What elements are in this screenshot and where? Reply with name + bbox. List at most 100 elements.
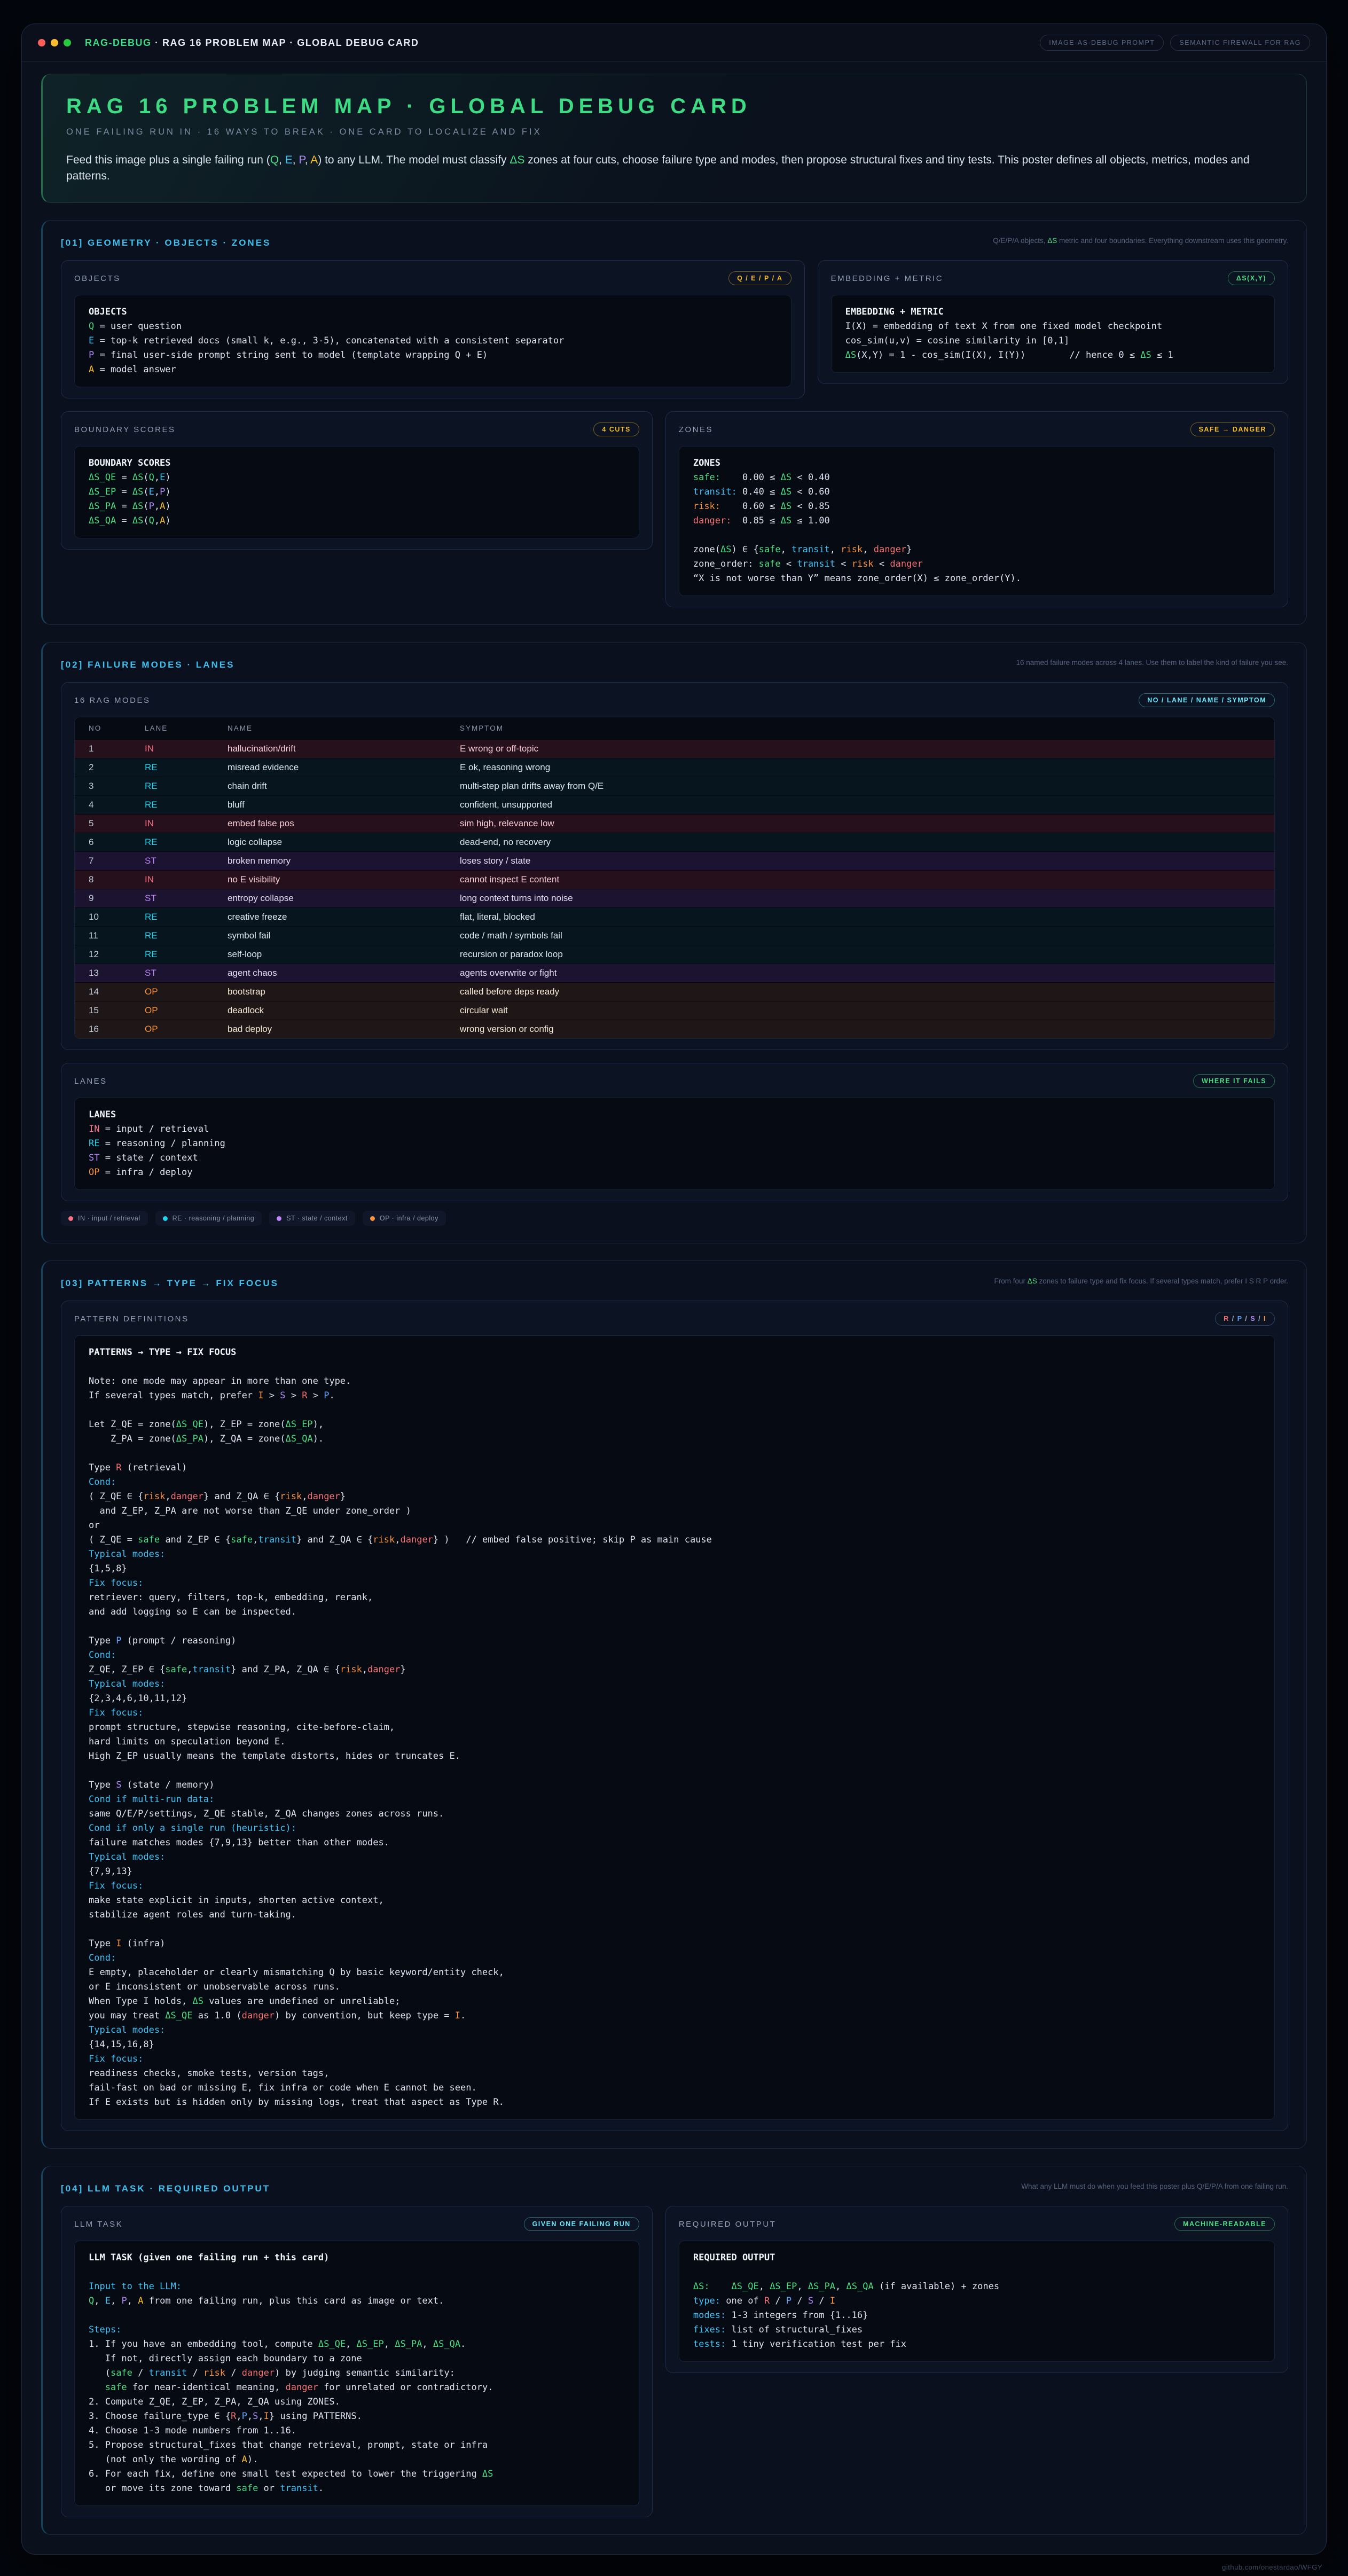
text-token: transit <box>193 1664 231 1675</box>
text-token: transit <box>791 544 830 555</box>
code-line: and add logging so E can be inspected. <box>89 1605 1260 1619</box>
patterns-code-block: PATTERNS → TYPE → FIX FOCUS Note: one mo… <box>74 1335 1275 2120</box>
footer-link[interactable]: github.com/onestardao/WFGY <box>1222 2563 1322 2571</box>
text-token: Q <box>149 472 154 483</box>
section-modes-note: 16 named failure modes across 4 lanes. U… <box>1016 657 1288 668</box>
table-cell-symptom: loses story / state <box>460 856 1260 866</box>
text-token: MACHINE-READABLE <box>1183 2220 1266 2228</box>
text-token: } <box>340 1491 346 1502</box>
panel-llm-task-header: LLM TASK GIVEN ONE FAILING RUN <box>74 2216 639 2232</box>
titlebar-badge[interactable]: SEMANTIC FIREWALL FOR RAG <box>1170 35 1310 51</box>
close-window-icon[interactable] <box>38 39 45 46</box>
code-line: {2,3,4,6,10,11,12} <box>89 1692 1260 1706</box>
code-line: 6. For each fix, define one small test e… <box>89 2467 625 2481</box>
text-token: you may treat <box>89 2010 165 2021</box>
section-number: [04] <box>61 2183 83 2194</box>
code-line <box>89 2265 625 2280</box>
code-line: you may treat ΔS_QE as 1.0 (danger) by c… <box>89 2009 1260 2023</box>
text-token: P <box>89 350 94 361</box>
text-token: E <box>149 487 154 497</box>
titlebar-badge[interactable]: IMAGE-AS-DEBUG PROMPT <box>1040 35 1164 51</box>
text-token: “X is not worse than Y” means zone_order… <box>693 573 1021 584</box>
minimize-window-icon[interactable] <box>51 39 58 46</box>
text-token: ΔS_PA <box>176 1434 203 1444</box>
text-token: P <box>786 2296 791 2306</box>
panel-patterns-pill: R / P / S / I <box>1215 1312 1275 1326</box>
maximize-window-icon[interactable] <box>64 39 71 46</box>
code-line: fail-fast on bad or missing E, fix infra… <box>89 2081 1260 2095</box>
table-cell-name: hallucination/drift <box>228 743 460 754</box>
text-token: 0.85 ≤ <box>732 515 781 526</box>
code-line: P = final user-side prompt string sent t… <box>89 348 777 363</box>
text-token: ΔS <box>510 154 524 166</box>
text-token: (if available) + zones <box>874 2281 999 2292</box>
table-row: 2REmisread evidenceE ok, reasoning wrong <box>75 758 1274 777</box>
column-header-lane: LANE <box>145 724 228 732</box>
table-cell-no: 13 <box>89 968 145 978</box>
panel-embedding: EMBEDDING + METRIC ΔS(X,Y) EMBEDDING + M… <box>818 260 1288 384</box>
text-token: Typical modes: <box>89 1549 165 1560</box>
text-token: risk: <box>693 501 720 512</box>
text-token: zones to failure type and fix focus. If … <box>1037 1277 1288 1285</box>
code-line <box>89 1619 1260 1634</box>
text-token: E <box>285 154 293 166</box>
section-title-text: GEOMETRY · OBJECTS · ZONES <box>88 238 271 248</box>
text-token: If several types match, prefer <box>89 1390 258 1401</box>
hero-subtitle: ONE FAILING RUN IN · 16 WAYS TO BREAK · … <box>66 127 1283 137</box>
text-token: (state / memory) <box>121 1780 214 1790</box>
code-line: Cond if only a single run (heuristic): <box>89 1821 1260 1836</box>
table-cell-no: 9 <box>89 893 145 904</box>
text-token: . <box>329 1390 334 1401</box>
text-token: safe <box>105 2382 127 2393</box>
text-token: > <box>286 1390 302 1401</box>
lane-legend-label: RE · reasoning / planning <box>173 1215 255 1222</box>
section-number: [03] <box>61 1278 83 1288</box>
text-token: safe <box>111 2368 132 2378</box>
text-token: risk <box>280 1491 302 1502</box>
text-token: . <box>460 2339 466 2350</box>
code-line: type: one of R / P / S / I <box>693 2294 1260 2308</box>
text-token: ( Z_QE = <box>89 1534 138 1545</box>
text-token: / <box>1256 1315 1264 1322</box>
text-token: = infra / deploy <box>99 1167 192 1178</box>
table-cell-symptom: cannot inspect E content <box>460 874 1260 885</box>
text-token: = user question <box>94 321 182 332</box>
text-token: ( <box>143 501 148 512</box>
code-line: Typical modes: <box>89 1850 1260 1865</box>
code-line: Type I (infra) <box>89 1937 1260 1951</box>
code-line: Type P (prompt / reasoning) <box>89 1634 1260 1648</box>
code-line: Z_PA = zone(ΔS_PA), Z_QA = zone(ΔS_QA). <box>89 1432 1260 1446</box>
code-line: or move its zone toward safe or transit. <box>89 2481 625 2496</box>
text-token: danger: <box>693 515 732 526</box>
llm-task-code-block: LLM TASK (given one failing run + this c… <box>74 2241 639 2506</box>
section-llm-task: [04] LLM TASK · REQUIRED OUTPUT What any… <box>41 2166 1307 2535</box>
text-token: A <box>242 2454 247 2465</box>
panel-required-output-pill: MACHINE-READABLE <box>1174 2217 1275 2231</box>
text-token: > <box>307 1390 324 1401</box>
text-token: make state explicit in inputs, shorten a… <box>89 1895 384 1906</box>
text-token: 1 tiny verification test per fix <box>726 2339 906 2350</box>
code-line: ΔS_PA = ΔS(P,A) <box>89 499 625 514</box>
text-token: and add logging so E can be inspected. <box>89 1607 296 1617</box>
text-token: S <box>1250 1315 1256 1322</box>
code-line: Fix focus: <box>89 1879 1260 1893</box>
text-token: S <box>116 1780 121 1790</box>
text-token: failure matches modes {7,9,13} better th… <box>89 1837 389 1848</box>
code-line: High Z_EP usually means the template dis… <box>89 1749 1260 1764</box>
text-token: Type <box>89 1780 116 1790</box>
text-token: = <box>116 515 132 526</box>
text-token: 0.40 ≤ <box>737 487 781 497</box>
text-token: I <box>1264 1315 1266 1322</box>
text-token <box>710 2281 732 2292</box>
code-line: LANES <box>89 1108 1260 1122</box>
text-token: High Z_EP usually means the template dis… <box>89 1751 460 1761</box>
section-patterns-header: [03] PATTERNS → TYPE → FIX FOCUS From fo… <box>61 1276 1288 1289</box>
text-token: / <box>132 2368 149 2378</box>
text-token: A <box>160 501 165 512</box>
text-token: ZONES <box>693 458 720 468</box>
text-token: safe <box>759 559 781 569</box>
table-cell-name: symbol fail <box>228 930 460 941</box>
code-line: make state explicit in inputs, shorten a… <box>89 1893 1260 1908</box>
text-token: / <box>187 2368 203 2378</box>
table-row: 6RElogic collapsedead-end, no recovery <box>75 833 1274 851</box>
